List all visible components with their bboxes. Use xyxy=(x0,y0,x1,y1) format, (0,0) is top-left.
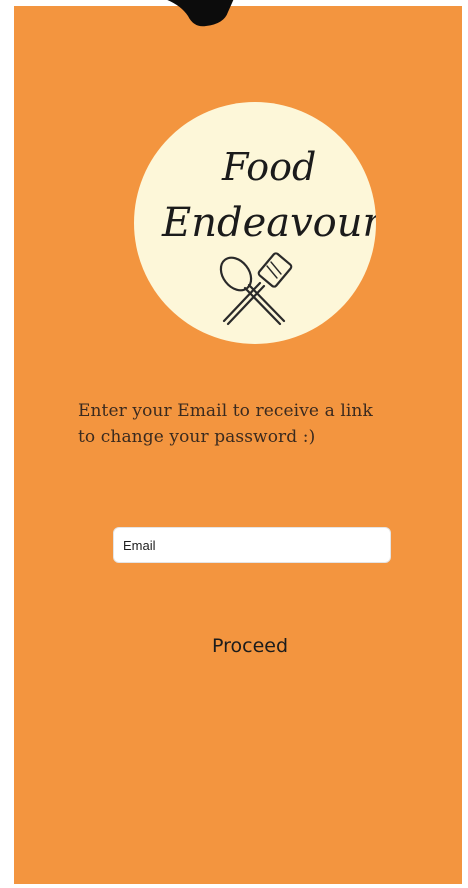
instruction-line-2: to change your password :) xyxy=(78,427,316,447)
proceed-button[interactable]: Proceed xyxy=(194,628,306,664)
app-logo: Food Endeavours xyxy=(134,102,376,344)
email-input[interactable] xyxy=(113,527,391,563)
logo-badge: Food Endeavours xyxy=(134,102,376,344)
notch-shape xyxy=(167,0,234,27)
instruction-text: Enter your Email to receive a link to ch… xyxy=(78,398,438,450)
instruction-line-1: Enter your Email to receive a link xyxy=(78,401,373,421)
logo-word-endeavours: Endeavours xyxy=(161,200,376,246)
reset-password-screen: Food Endeavours Enter your Email to rece… xyxy=(14,0,462,884)
logo-word-food: Food xyxy=(221,145,316,189)
